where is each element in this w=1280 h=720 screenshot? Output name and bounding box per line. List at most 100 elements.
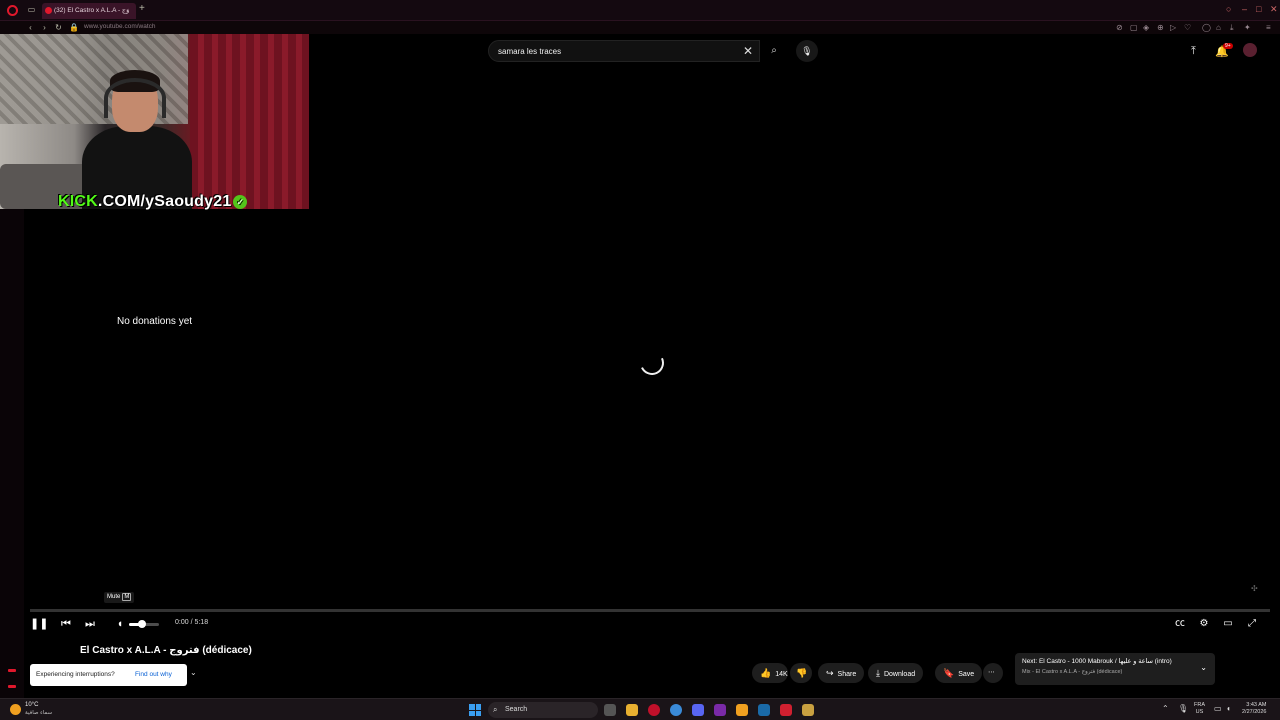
vpn-icon[interactable]: ⊕ <box>1157 23 1164 32</box>
shield-icon[interactable]: ◈ <box>1143 23 1149 32</box>
tab-list-icon[interactable]: ▭ <box>27 5 36 14</box>
league-taskbar-icon[interactable] <box>802 704 814 716</box>
weather-moon-icon[interactable] <box>10 704 21 715</box>
notice-chevron-icon[interactable]: ⌄ <box>190 668 197 677</box>
mute-tooltip: Mute M <box>104 592 135 603</box>
opera-logo-icon[interactable] <box>7 5 18 16</box>
opera-taskbar-icon[interactable] <box>648 704 660 716</box>
up-next-subtitle: Mix - El Castro x A.L.A - فتروج (dédicac… <box>1022 669 1123 675</box>
taskbar-search-label: Search <box>505 706 528 713</box>
maximize-button[interactable]: □ <box>1256 4 1261 14</box>
save-button[interactable]: 🔖 Save <box>935 663 983 683</box>
next-button[interactable]: ⏭ <box>82 617 98 631</box>
save-label: Save <box>958 671 975 678</box>
reload-icon[interactable]: ↻ <box>54 23 63 32</box>
lang-bottom: US <box>1195 709 1204 715</box>
kick-channel-watermark: KICK.COM/ySaoudy21 ✓ <box>58 193 248 211</box>
captions-icon[interactable]: ㏄ <box>1173 617 1187 631</box>
new-tab-button[interactable]: + <box>139 3 145 14</box>
volume-icon[interactable]: ◖ <box>112 617 128 631</box>
video-progress-bar[interactable] <box>30 609 1270 612</box>
sidebar-indicator[interactable] <box>8 685 16 688</box>
back-icon[interactable]: ‹ <box>26 23 35 32</box>
tray-overflow-icon[interactable]: ⌃ <box>1162 704 1169 713</box>
weather-description: سماء صافية <box>25 710 53 716</box>
obs-taskbar-icon[interactable] <box>736 704 748 716</box>
like-button[interactable]: 👍 14K <box>752 663 788 683</box>
mute-tooltip-label: Mute <box>107 594 121 600</box>
up-next-card[interactable]: Next: El Castro - 1000 Mabrouk / ساعة و … <box>1015 653 1215 685</box>
system-clock[interactable]: 3:43 AM 2/27/2026 <box>1242 702 1266 716</box>
kick-channel-name: .COM/ySaoudy21 <box>97 193 232 210</box>
share-label: Share <box>837 671 857 678</box>
account-avatar[interactable] <box>1243 43 1257 57</box>
pause-button[interactable]: ❚❚ <box>30 617 48 631</box>
secure-lock-icon: 🔒 <box>69 23 79 32</box>
dislike-button[interactable]: 👎 <box>790 663 812 683</box>
find-out-why-link[interactable]: Find out why <box>135 664 172 686</box>
close-window-button[interactable]: ✕ <box>1270 4 1278 15</box>
clock-date: 2/27/2026 <box>1242 709 1267 715</box>
microphone-icon[interactable]: 🎙 <box>796 40 818 62</box>
chat-icon[interactable]: ◯ <box>1202 23 1211 32</box>
search-icon[interactable]: ⌕ <box>760 40 788 62</box>
menu-icon[interactable]: ≡ <box>1266 23 1271 32</box>
volume-knob[interactable] <box>138 620 146 628</box>
interruptions-text: Experiencing interruptions? <box>36 671 115 678</box>
discord-taskbar-icon[interactable] <box>692 704 704 716</box>
network-icon[interactable]: ▭ <box>1214 704 1222 713</box>
search-icon: ⌕ <box>493 705 498 714</box>
taskbar-search[interactable]: ⌕ Search <box>488 702 598 718</box>
app-taskbar-icon[interactable] <box>714 704 726 716</box>
keyboard-language[interactable]: FRA US <box>1194 702 1205 716</box>
heart-icon[interactable]: ♡ <box>1184 23 1191 32</box>
steam-taskbar-icon[interactable] <box>758 704 770 716</box>
snapshot-icon[interactable]: ▢ <box>1130 23 1138 32</box>
download-arrow-icon: ⤓ <box>876 668 880 678</box>
previous-button[interactable]: ⏮ <box>58 617 74 631</box>
wallet-icon[interactable]: ⌂ <box>1216 23 1221 32</box>
tab-title: (32) El Castro x A.L.A - وَج <box>54 7 130 14</box>
start-button[interactable] <box>469 704 481 716</box>
share-button[interactable]: ↪ Share <box>818 663 865 683</box>
theater-mode-icon[interactable]: ▭ <box>1221 617 1235 631</box>
player-icon[interactable]: ▷ <box>1170 23 1176 32</box>
bookmark-icon: 🔖 <box>943 668 955 678</box>
download-button[interactable]: ⤓ Download <box>868 663 924 683</box>
download-icon[interactable]: ⤓ <box>1230 23 1234 33</box>
settings-gear-icon[interactable]: ⚙ <box>1197 617 1211 631</box>
kick-prefix: KICK <box>58 193 98 210</box>
file-explorer-icon[interactable] <box>626 704 638 716</box>
up-next-title: Next: El Castro - 1000 Mabrouk / ساعة و … <box>1022 658 1172 665</box>
player-corner-icon: ✣ <box>1251 584 1258 593</box>
donations-text: No donations yet <box>117 316 193 327</box>
mute-tooltip-key: M <box>122 593 132 601</box>
url-field[interactable]: www.youtube.com/watch <box>84 23 156 30</box>
forward-icon[interactable]: › <box>40 23 49 32</box>
clear-search-icon[interactable]: ✕ <box>743 44 753 58</box>
pin-icon[interactable]: ⊘ <box>1116 23 1123 32</box>
youtube-favicon-icon <box>45 7 52 14</box>
minimize-button[interactable]: – <box>1242 4 1247 14</box>
fullscreen-icon[interactable]: ⤢ <box>1245 617 1259 631</box>
verified-check-icon: ✓ <box>233 195 248 209</box>
windows-taskbar: 10°C سماء صافية ⌕ Search ⌃ 🎙 FRA US ▭ ◖ 3:… <box>0 698 1280 720</box>
download-label: Download <box>883 671 916 678</box>
search-input[interactable]: samara les traces <box>488 40 760 62</box>
webcam-overlay <box>0 34 309 209</box>
chrome-taskbar-icon[interactable] <box>670 704 682 716</box>
chevron-down-icon[interactable]: ⌄ <box>1200 663 1207 672</box>
sidebar-indicator[interactable] <box>8 669 16 672</box>
task-view-icon[interactable] <box>604 704 616 716</box>
speaker-icon[interactable]: ◖ <box>1226 704 1231 713</box>
more-actions-button[interactable]: ⋯ <box>983 663 1003 683</box>
webcam-background-curtain <box>190 34 309 209</box>
search-tabs-icon[interactable]: ○ <box>1226 4 1231 14</box>
microphone-tray-icon[interactable]: 🎙 <box>1178 704 1188 713</box>
ai-icon[interactable]: ✦ <box>1244 23 1251 32</box>
notification-count-badge: 9+ <box>1223 43 1233 49</box>
app-taskbar-icon[interactable] <box>780 704 792 716</box>
clock-time: 3:43 AM <box>1246 702 1267 708</box>
browser-tab-youtube[interactable]: (32) El Castro x A.L.A - وَج <box>42 3 136 19</box>
upload-icon[interactable]: ⤒ <box>1191 45 1196 58</box>
